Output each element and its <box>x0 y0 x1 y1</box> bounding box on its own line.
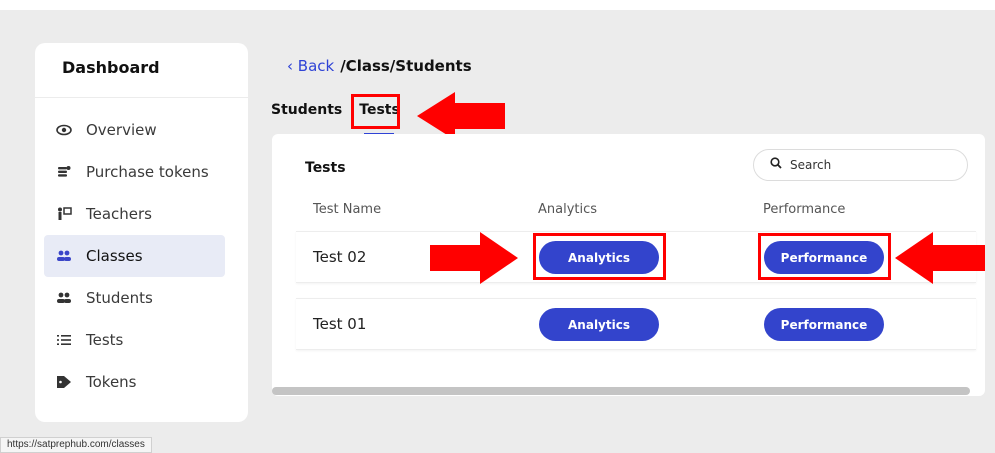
breadcrumb-path: /Class/Students <box>340 57 472 75</box>
teacher-icon <box>56 206 72 222</box>
list-icon <box>56 332 72 348</box>
sidebar-divider <box>35 97 248 98</box>
sidebar-item-purchase-tokens[interactable]: Purchase tokens <box>44 151 225 193</box>
sidebar-item-overview[interactable]: Overview <box>44 109 225 151</box>
annotation-highlight-box <box>351 94 400 129</box>
horizontal-scrollbar[interactable] <box>272 387 970 395</box>
sidebar-item-label: Overview <box>86 121 157 139</box>
table-row: Test 01 Analytics Performance <box>296 298 976 350</box>
performance-button[interactable]: Performance <box>764 308 884 341</box>
annotation-arrow-left-icon <box>417 92 505 140</box>
card-title: Tests <box>305 160 346 176</box>
search-placeholder: Search <box>790 158 832 172</box>
test-name: Test 01 <box>313 315 367 333</box>
status-bar-url: https://satprephub.com/classes <box>0 437 152 453</box>
analytics-button[interactable]: Analytics <box>539 308 659 341</box>
annotation-arrow-right-icon <box>430 232 518 284</box>
sidebar-item-teachers[interactable]: Teachers <box>44 193 225 235</box>
tag-icon <box>56 374 72 390</box>
search-input[interactable]: Search <box>753 149 968 181</box>
users-icon <box>56 248 72 264</box>
search-icon <box>770 157 782 173</box>
eye-icon <box>56 122 72 138</box>
breadcrumb: ‹ Back /Class/Students <box>287 57 472 75</box>
sidebar-title: Dashboard <box>62 58 160 77</box>
sidebar: Dashboard Overview Purchase tokens Teach… <box>35 43 248 422</box>
sidebar-item-label: Classes <box>86 247 143 265</box>
sidebar-item-label: Teachers <box>86 205 152 223</box>
annotation-highlight-box <box>533 233 666 280</box>
annotation-arrow-left-icon <box>895 232 985 284</box>
sidebar-item-label: Tests <box>86 331 124 349</box>
sidebar-item-label: Students <box>86 289 153 307</box>
chevron-left-icon: ‹ <box>287 57 293 75</box>
coins-icon <box>56 164 72 180</box>
column-header-performance: Performance <box>763 202 846 217</box>
sidebar-item-label: Tokens <box>86 373 137 391</box>
back-label: Back <box>297 57 335 75</box>
tab-students[interactable]: Students <box>271 102 342 118</box>
sidebar-item-tokens[interactable]: Tokens <box>44 361 225 403</box>
annotation-highlight-box <box>758 233 891 280</box>
test-name: Test 02 <box>313 248 367 266</box>
column-header-analytics: Analytics <box>538 202 598 217</box>
sidebar-item-students[interactable]: Students <box>44 277 225 319</box>
sidebar-item-label: Purchase tokens <box>86 163 209 181</box>
sidebar-item-classes[interactable]: Classes <box>44 235 225 277</box>
column-header-test-name: Test Name <box>313 202 382 217</box>
sidebar-item-tests[interactable]: Tests <box>44 319 225 361</box>
users-icon <box>56 290 72 306</box>
back-link[interactable]: ‹ Back <box>287 57 334 75</box>
